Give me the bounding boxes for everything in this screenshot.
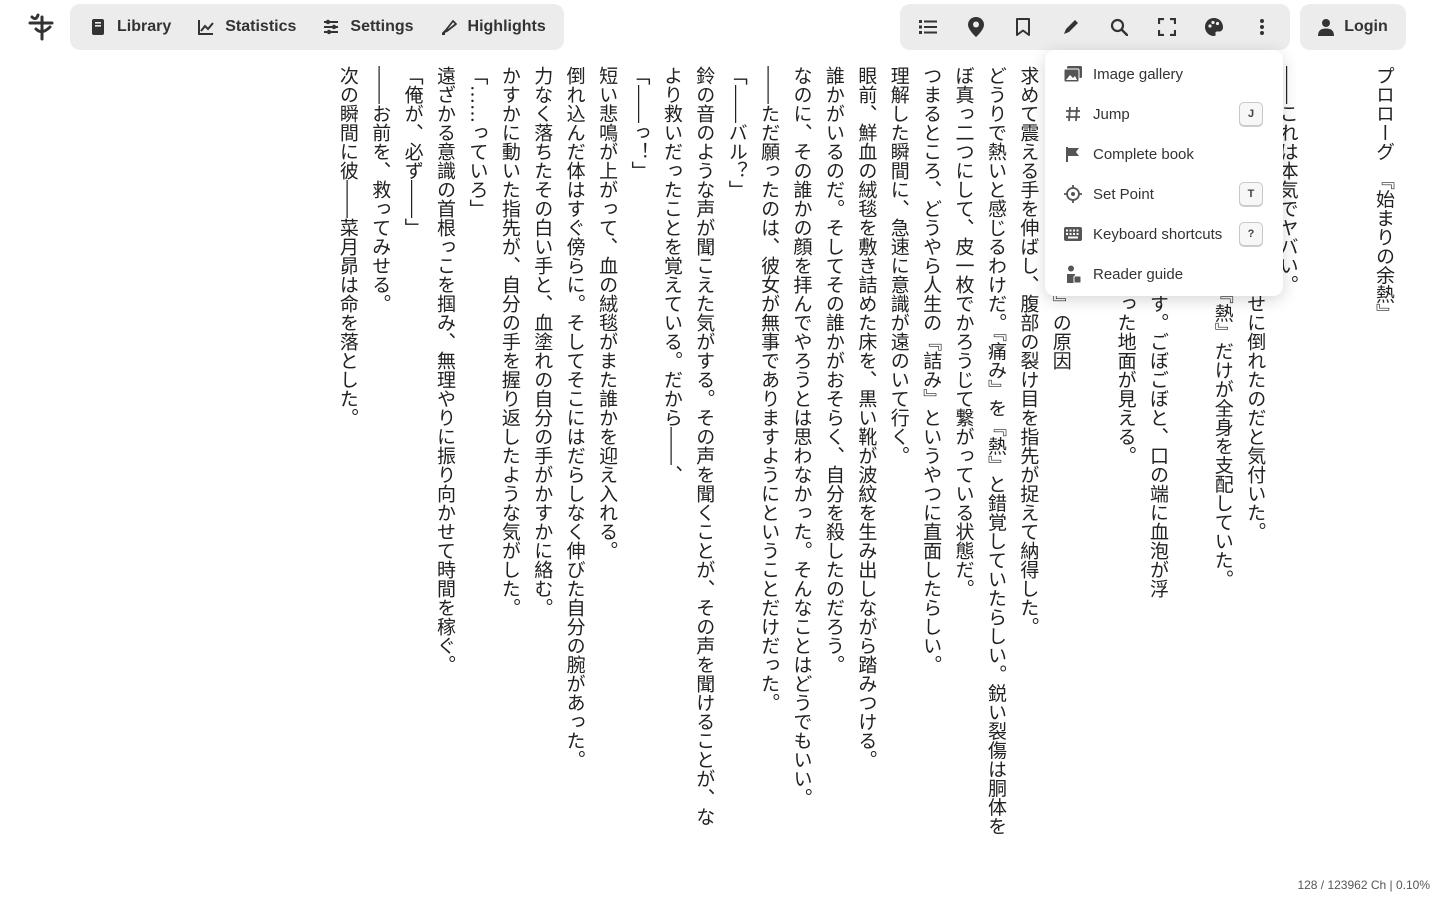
list-icon xyxy=(918,20,937,34)
paragraph: ――ただ願ったのは、彼女が無事でありますようにということだけだった。 xyxy=(758,66,781,712)
bookmark-button[interactable] xyxy=(1005,9,1041,45)
menu-item-label: Set Point xyxy=(1093,185,1154,203)
fullscreen-icon xyxy=(1157,18,1176,36)
menu-item-label: Reader guide xyxy=(1093,265,1184,283)
reading-progress: 128 / 123962 Ch | 0.10% xyxy=(1297,878,1430,892)
paragraph: 「――っ！」 xyxy=(628,66,651,180)
sliders-icon xyxy=(324,19,339,35)
flag-icon xyxy=(1063,144,1083,164)
paragraph: 短い悲鳴が上がって、血の絨毯がまた誰かを迎え入れる。 xyxy=(596,66,619,560)
paragraph: 遠ざかる意識の首根っこを掴み、無理やりに振り向かせて時間を稼ぐ。 xyxy=(434,66,457,674)
nav-library-label: Library xyxy=(117,18,172,35)
top-bar: Library Statistics Settings Highlights L… xyxy=(0,0,1440,54)
paragraph: つまるところ、どうやら人生の『詰み』というやつに直面したらしい。 xyxy=(920,66,943,674)
shortcut-key-badge: ? xyxy=(1239,222,1263,246)
paragraph: ――お前を、救ってみせる。 xyxy=(369,66,392,313)
more-vertical-icon xyxy=(1260,19,1265,35)
highlighter-icon xyxy=(441,20,457,35)
menu-item-keyboard-shortcuts[interactable]: Keyboard shortcuts ? xyxy=(1045,214,1283,254)
fullscreen-button[interactable] xyxy=(1149,9,1185,45)
highlight-pen-button[interactable] xyxy=(1053,9,1089,45)
paragraph: ぼ真っ二つにして、皮一枚でかろうじて繋がっている状態だ。 xyxy=(952,66,975,598)
nav-highlights-button[interactable]: Highlights xyxy=(427,8,559,46)
keyboard-icon xyxy=(1063,224,1083,244)
paragraph: 眼前、鮮血の絨毯を敷き詰めた床を、黒い靴が波紋を生み出しながら踏みつける。 xyxy=(855,66,878,769)
paragraph: 「――バル？」 xyxy=(725,66,748,199)
menu-item-label: Image gallery xyxy=(1093,65,1184,83)
paragraph: 鈴の音のような声が聞こえた気がする。その声を聞くことが、その声を聞けることが、な xyxy=(693,66,716,826)
menu-item-reader-guide[interactable]: Reader guide xyxy=(1045,254,1283,294)
map-pin-icon xyxy=(967,17,984,37)
paragraph: 求めて震える手を伸ばし、腹部の裂け目を指先が捉えて納得した。 xyxy=(1017,66,1040,636)
menu-item-jump[interactable]: Jump J xyxy=(1045,94,1283,134)
search-button[interactable] xyxy=(1101,9,1137,45)
login-label: Login xyxy=(1344,18,1388,35)
toc-button[interactable] xyxy=(910,9,946,45)
nav-highlights-label: Highlights xyxy=(467,18,546,35)
chapter-title: プロローグ 『始まりの余熱』 xyxy=(1373,66,1395,323)
more-options-menu: Image gallery Jump J Complete book Set P… xyxy=(1045,50,1283,296)
search-icon xyxy=(1110,18,1128,36)
paragraph: 次の瞬間に彼――菜月昴は命を落とした。 xyxy=(336,66,359,427)
shortcut-key-badge: T xyxy=(1239,182,1263,206)
login-button[interactable]: Login xyxy=(1310,8,1396,46)
main-nav: Library Statistics Settings Highlights xyxy=(70,4,564,50)
menu-item-label: Keyboard shortcuts xyxy=(1093,225,1223,243)
menu-item-label: Complete book xyxy=(1093,145,1194,163)
crosshair-icon xyxy=(1063,184,1083,204)
palette-icon xyxy=(1205,18,1224,36)
paragraph: どうりで熱いと感じるわけだ。『痛み』を『熱』と錯覚していたらしい。鋭い裂傷は胴体… xyxy=(984,66,1007,836)
paragraph: 倒れ込んだ体はすぐ傍らに。そしてそこにはだらしなく伸びた自分の腕があった。 xyxy=(563,66,586,769)
more-options-button[interactable] xyxy=(1244,9,1280,45)
hash-icon xyxy=(1063,104,1083,124)
nav-settings-label: Settings xyxy=(350,18,414,35)
paragraph: 力なく落ちたその白い手と、血塗れの自分の手がかすかに絡む。 xyxy=(531,66,554,617)
menu-item-label: Jump xyxy=(1093,105,1130,123)
menu-item-image-gallery[interactable]: Image gallery xyxy=(1045,54,1283,94)
nav-statistics-label: Statistics xyxy=(225,18,297,35)
menu-item-set-point[interactable]: Set Point T xyxy=(1045,174,1283,214)
paragraph: かすかに動いた指先が、自分の手を握り返したような気がした。 xyxy=(498,66,521,617)
line-chart-icon xyxy=(198,20,215,35)
nav-settings-button[interactable]: Settings xyxy=(309,8,426,46)
paragraph: 「俺が、必ず――」 xyxy=(401,66,424,237)
paragraph: なのに、その誰かの顔を拝んでやろうとは思わなかった。そんなことはどうでもいい。 xyxy=(790,66,813,807)
pen-icon xyxy=(1064,20,1079,34)
paragraph: より救いだったことを覚えている。だから――、 xyxy=(660,66,683,484)
user-icon xyxy=(1318,19,1335,36)
paragraph: 「……っていろ」 xyxy=(466,66,489,218)
paragraph: 誰かがいるのだ。そしてその誰かがおそらく、自分を殺したのだろう。 xyxy=(822,66,845,674)
reader-toolbar xyxy=(900,4,1290,50)
location-button[interactable] xyxy=(958,9,994,45)
app-logo-icon[interactable] xyxy=(22,8,62,46)
image-icon xyxy=(1063,64,1083,84)
bookmark-icon xyxy=(1016,18,1031,36)
shortcut-key-badge: J xyxy=(1239,102,1263,126)
paragraph: 理解した瞬間に、急速に意識が遠のいて行く。 xyxy=(887,66,910,465)
book-icon xyxy=(92,19,104,35)
theme-button[interactable] xyxy=(1196,9,1232,45)
guide-icon xyxy=(1063,264,1083,284)
login-area: Login xyxy=(1300,4,1406,50)
nav-library-button[interactable]: Library xyxy=(76,8,184,46)
menu-item-complete-book[interactable]: Complete book xyxy=(1045,134,1283,174)
nav-statistics-button[interactable]: Statistics xyxy=(184,8,309,46)
